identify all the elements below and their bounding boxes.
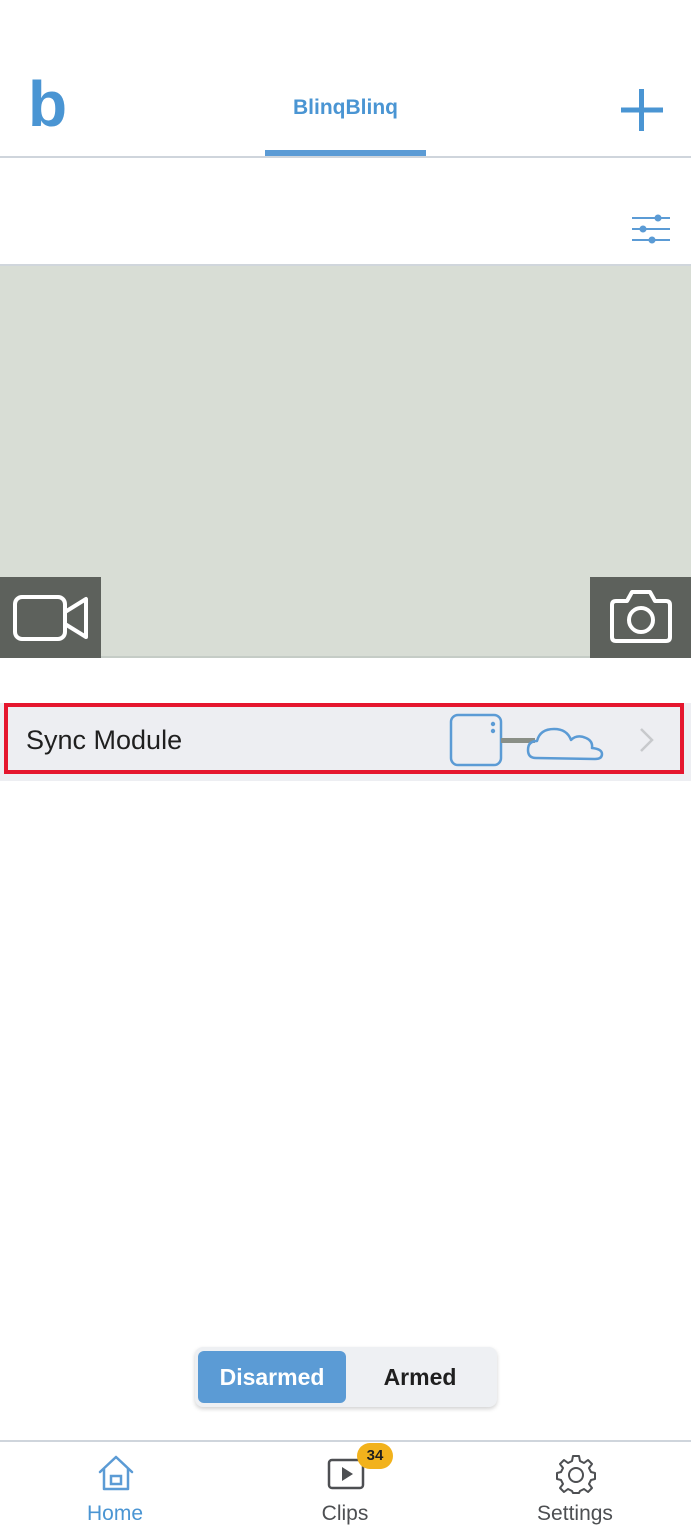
sync-module-cloud-icon [449, 713, 604, 767]
nav-clips-label: Clips [321, 1502, 369, 1525]
clips-count-badge: 34 [357, 1443, 393, 1469]
home-icon [98, 1455, 134, 1491]
camera-thumbnail[interactable] [0, 266, 691, 658]
nav-settings[interactable]: Settings [505, 1450, 645, 1534]
camera-icon [610, 590, 672, 643]
sliders-icon [632, 214, 670, 244]
sync-module-status [448, 712, 608, 768]
snapshot-button[interactable] [590, 577, 691, 658]
nav-settings-label: Settings [537, 1502, 613, 1525]
app-logo: b [28, 68, 68, 140]
chevron-right-icon [640, 728, 654, 752]
gear-icon [556, 1455, 596, 1494]
active-tab-indicator [265, 150, 426, 156]
filter-button[interactable] [630, 212, 672, 246]
video-camera-icon [13, 595, 88, 641]
sync-module-chevron [638, 726, 656, 754]
tab-blinqblinq[interactable]: BlinqBlinq [265, 96, 426, 120]
nav-home[interactable]: Home [45, 1450, 185, 1534]
arm-toggle: Disarmed Armed [195, 1347, 497, 1407]
app-header [0, 0, 691, 158]
nav-clips[interactable]: 34 Clips [275, 1443, 415, 1534]
filter-bar [0, 158, 691, 266]
disarmed-button[interactable]: Disarmed [198, 1351, 346, 1403]
armed-button[interactable]: Armed [347, 1351, 493, 1403]
nav-home-label: Home [86, 1502, 144, 1525]
live-view-button[interactable] [0, 577, 101, 658]
add-button[interactable] [618, 86, 666, 134]
sync-module-label: Sync Module [26, 725, 183, 755]
plus-icon [621, 89, 663, 131]
